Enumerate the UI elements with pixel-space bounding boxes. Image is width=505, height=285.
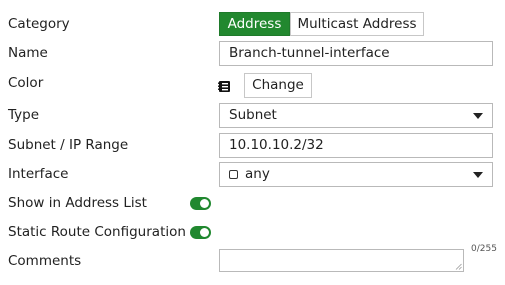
comments-char-counter: 0/255 bbox=[471, 244, 497, 254]
type-select[interactable]: Subnet bbox=[219, 103, 493, 128]
chevron-down-icon bbox=[473, 172, 483, 178]
static-route-configuration-label: Static Route Configuration bbox=[8, 224, 186, 240]
name-label: Name bbox=[8, 45, 48, 61]
static-route-configuration-toggle[interactable] bbox=[190, 226, 211, 239]
comments-label: Comments bbox=[8, 253, 82, 269]
category-label: Category bbox=[8, 16, 70, 32]
type-select-value: Subnet bbox=[229, 107, 277, 123]
toggle-knob bbox=[200, 199, 209, 208]
type-label: Type bbox=[8, 107, 40, 123]
interface-label: Interface bbox=[8, 166, 69, 182]
color-swatch-icon bbox=[218, 81, 230, 92]
show-in-address-list-label: Show in Address List bbox=[8, 195, 147, 211]
interface-select[interactable]: any bbox=[219, 162, 493, 187]
color-label: Color bbox=[8, 75, 44, 91]
color-change-button[interactable]: Change bbox=[244, 73, 312, 98]
subnet-label: Subnet / IP Range bbox=[8, 137, 129, 153]
category-address-button[interactable]: Address bbox=[219, 12, 290, 36]
resize-grip-icon[interactable] bbox=[455, 263, 462, 270]
comments-textarea[interactable] bbox=[219, 249, 464, 272]
subnet-input[interactable]: 10.10.10.2/32 bbox=[219, 133, 493, 158]
interface-select-value: any bbox=[245, 166, 270, 182]
chevron-down-icon bbox=[473, 113, 483, 119]
show-in-address-list-toggle[interactable] bbox=[190, 197, 211, 210]
category-multicast-address-button[interactable]: Multicast Address bbox=[290, 12, 424, 36]
interface-icon bbox=[229, 170, 238, 179]
name-input[interactable]: Branch-tunnel-interface bbox=[219, 41, 493, 66]
toggle-knob bbox=[200, 228, 209, 237]
